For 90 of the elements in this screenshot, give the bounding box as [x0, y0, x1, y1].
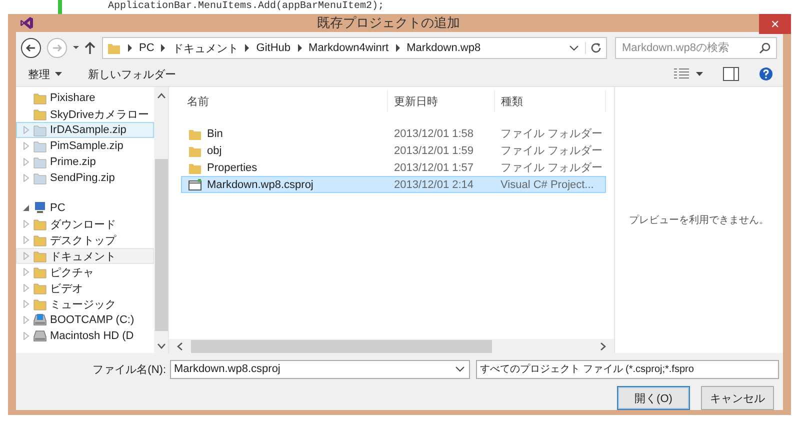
file-name-label: ファイル名(N): — [92, 362, 167, 376]
file-icon — [188, 178, 202, 192]
folder-icon — [33, 217, 47, 231]
tree-item[interactable]: ダウンロード — [16, 216, 154, 232]
tree-item[interactable]: Pixishare — [16, 90, 154, 106]
folder-icon — [33, 297, 47, 311]
scroll-left-icon[interactable] — [177, 342, 183, 350]
chevron-icon[interactable] — [244, 44, 250, 52]
dropdown-icon[interactable] — [569, 45, 579, 51]
caret-icon[interactable] — [696, 72, 703, 76]
window-title: 既存プロジェクトの追加 — [317, 14, 460, 32]
file-row[interactable]: obj 2013/12/01 1:59 ファイル フォルダー — [181, 142, 606, 159]
tree-item[interactable]: デスクトップ — [16, 232, 154, 248]
logo-icon — [20, 16, 34, 30]
date-cell-text: 2013/12/01 2:14 — [393, 178, 475, 190]
tree-item[interactable]: BOOTCAMP (C:) — [16, 312, 154, 328]
tree-item[interactable]: ミュージック — [16, 296, 154, 312]
tree-item[interactable]: PimSample.zip — [16, 138, 154, 154]
scrollbar-thumb[interactable] — [191, 340, 492, 352]
tree-item[interactable]: IrDASample.zip — [16, 122, 154, 138]
file-name: Bin — [207, 128, 223, 140]
folder-icon — [33, 91, 47, 105]
toolbar-button[interactable]: 整理 — [22, 64, 68, 84]
toolbar-button[interactable]: 新しいフォルダー — [82, 64, 182, 84]
chevron-icon[interactable] — [127, 44, 133, 52]
zip-folder-icon — [33, 155, 47, 169]
type-cell-text: ファイル フォルダー — [500, 161, 604, 175]
dropdown-icon[interactable] — [455, 366, 465, 372]
type-cell-text: ファイル フォルダー — [500, 144, 604, 158]
change-marker — [58, 0, 62, 14]
search-field[interactable]: Markdown.wp8の検索 — [615, 37, 777, 59]
file-row[interactable]: Bin 2013/12/01 1:58 ファイル フォルダー — [181, 125, 606, 142]
view-options-icon[interactable] — [674, 68, 690, 80]
folder-icon — [33, 249, 47, 263]
breadcrumb[interactable]: PC — [139, 42, 154, 54]
chevron-icon[interactable] — [296, 44, 303, 52]
file-name: Properties — [207, 162, 258, 174]
help-icon[interactable] — [759, 67, 773, 81]
tree-item[interactable]: PC — [16, 200, 154, 216]
code-line: ApplicationBar.MenuItems.Add(appBarMenuItem2); — [108, 1, 384, 13]
file-name-field[interactable]: Markdown.wp8.csproj — [170, 360, 470, 378]
chevron-icon[interactable] — [160, 44, 166, 52]
up-arrow-icon[interactable] — [84, 41, 96, 55]
tree-item[interactable]: ビデオ — [16, 280, 154, 296]
scroll-down-icon[interactable] — [156, 343, 166, 349]
close-button[interactable]: ✕ — [759, 14, 791, 34]
zip-folder-icon — [33, 123, 47, 137]
zip-folder-icon — [33, 171, 47, 185]
preview-message: プレビューを利用できません。 — [629, 214, 769, 227]
refresh-icon[interactable] — [585, 42, 602, 54]
breadcrumb[interactable]: Markdown.wp8 — [406, 42, 481, 54]
chevron-icon[interactable] — [394, 44, 401, 52]
tree-item[interactable]: SkyDriveカメラロー — [16, 106, 154, 122]
dialog-button[interactable]: 開く(O) — [617, 386, 690, 410]
scrollbar-thumb[interactable] — [154, 159, 168, 331]
computer-icon — [33, 201, 47, 215]
type-cell-text: Visual C# Project... — [500, 178, 595, 190]
tree-item[interactable]: ピクチャ — [16, 264, 154, 280]
drive-icon — [33, 329, 47, 343]
search-icon — [759, 42, 771, 54]
back-icon[interactable] — [20, 37, 42, 59]
type-cell-text: ファイル フォルダー — [500, 127, 604, 141]
tree-item[interactable]: Macintosh HD (D — [16, 328, 154, 344]
file-name: obj — [207, 144, 222, 156]
breadcrumb[interactable]: GitHub — [256, 42, 291, 54]
column-header[interactable]: 種類 — [495, 90, 606, 112]
expander-icon[interactable] — [23, 204, 30, 212]
tree-item[interactable]: Prime.zip — [16, 154, 154, 170]
column-header[interactable]: 更新日時 — [388, 90, 495, 112]
file-row[interactable]: Markdown.wp8.csproj 2013/12/01 2:14 Visual C# Project... — [181, 176, 606, 193]
date-cell-text: 2013/12/01 1:59 — [393, 144, 475, 156]
tree-item[interactable]: SendPing.zip — [16, 170, 154, 186]
folder-icon — [107, 41, 121, 55]
date-cell-text: 2013/12/01 1:57 — [393, 162, 475, 174]
file-name: Markdown.wp8.csproj — [207, 178, 314, 190]
scroll-right-icon[interactable] — [600, 342, 606, 350]
folder-icon — [33, 281, 47, 295]
date-cell-text: 2013/12/01 1:58 — [393, 128, 475, 140]
scroll-up-icon[interactable] — [156, 93, 166, 99]
caret-icon[interactable] — [72, 45, 80, 51]
file-type-dropdown[interactable]: すべてのプロジェクト ファイル (*.csproj;*.fspro — [476, 360, 779, 378]
file-row[interactable]: Properties 2013/12/01 1:57 ファイル フォルダー — [181, 159, 606, 176]
column-header[interactable]: 名前 — [181, 90, 388, 112]
drive-icon — [33, 313, 47, 327]
preview-pane-icon[interactable] — [723, 67, 739, 81]
breadcrumb[interactable]: ドキュメント — [172, 40, 238, 56]
tree-item[interactable]: ドキュメント — [16, 248, 154, 264]
breadcrumb[interactable]: Markdown4winrt — [308, 42, 389, 54]
address-bar[interactable]: PC ドキュメント GitHub Markdown4winrt Markdown.wp8 — [102, 37, 607, 59]
dialog-button[interactable]: キャンセル — [701, 386, 774, 410]
